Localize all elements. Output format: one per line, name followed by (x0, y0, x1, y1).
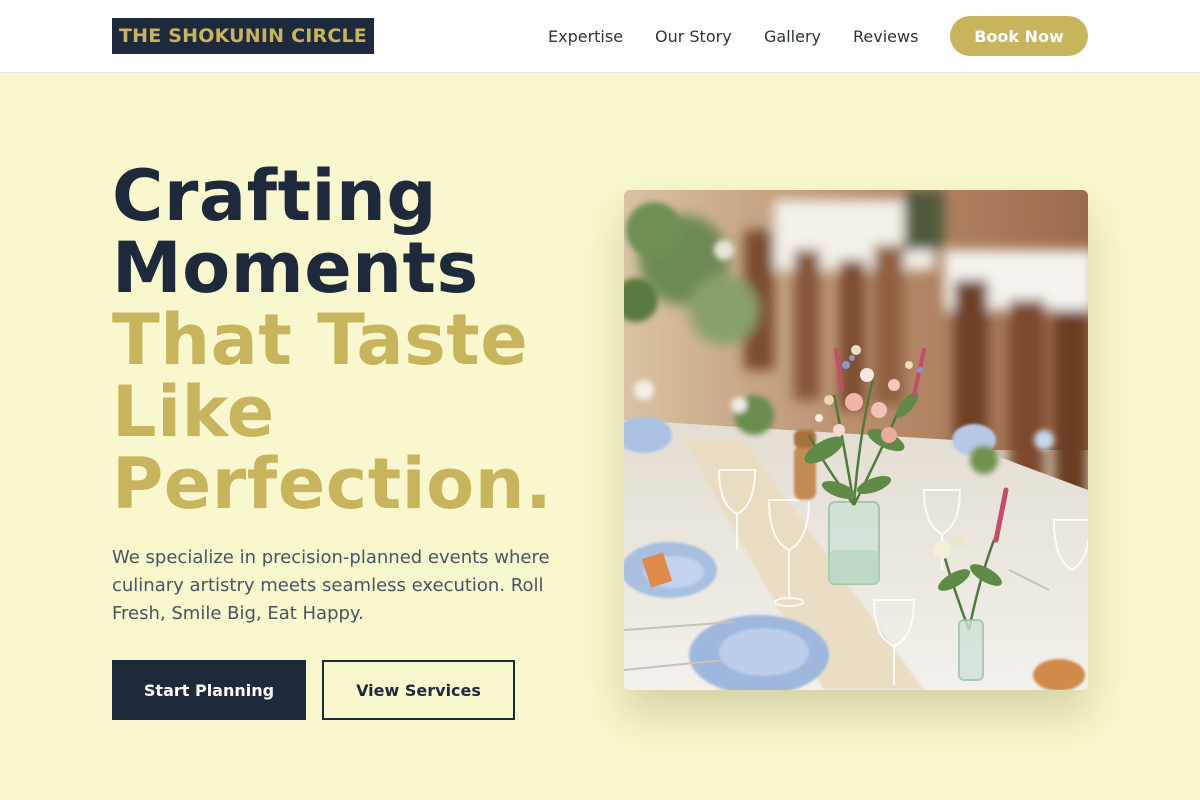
headline-line-1: Crafting (112, 155, 437, 237)
logo[interactable]: THE SHOKUNIN CIRCLE (112, 18, 374, 54)
hero-description: We specialize in precision-planned event… (112, 547, 550, 624)
nav-link-reviews[interactable]: Reviews (853, 27, 918, 46)
nav-link-our-story[interactable]: Our Story (655, 27, 732, 46)
headline-line-2: Moments (112, 227, 479, 309)
start-planning-button[interactable]: Start Planning (112, 660, 306, 720)
headline-line-4: Like (112, 371, 275, 453)
view-services-button[interactable]: View Services (322, 660, 515, 720)
headline-line-5: Perfection. (112, 443, 553, 525)
hero-headline: Crafting Moments That Taste Like Perfect… (112, 160, 592, 520)
headline-line-3: That Taste (112, 299, 529, 381)
table-setting-illustration (624, 190, 1088, 690)
hero-image (624, 190, 1088, 690)
book-now-button[interactable]: Book Now (950, 16, 1088, 56)
nav-link-expertise[interactable]: Expertise (548, 27, 623, 46)
site-header: THE SHOKUNIN CIRCLE Expertise Our Story … (0, 0, 1200, 73)
nav-link-gallery[interactable]: Gallery (764, 27, 821, 46)
